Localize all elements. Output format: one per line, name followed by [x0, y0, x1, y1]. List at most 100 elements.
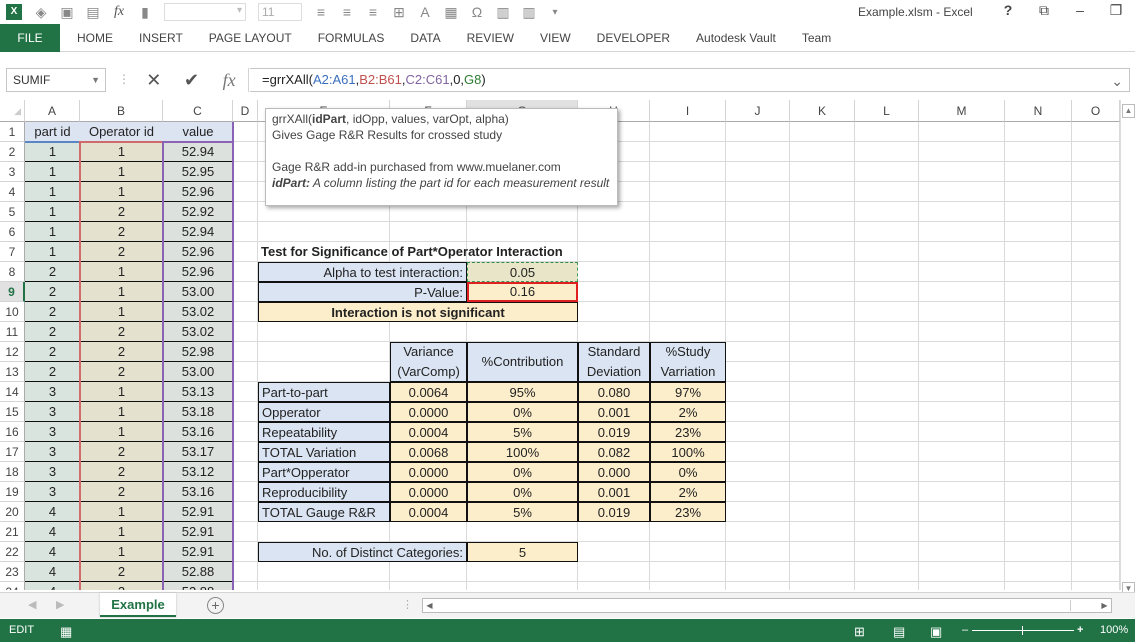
- data-cell[interactable]: 52.88: [163, 562, 233, 582]
- row-header-22[interactable]: 22: [0, 542, 25, 562]
- data-cell[interactable]: 52.98: [163, 342, 233, 362]
- results-value[interactable]: 0%: [467, 402, 578, 422]
- data-cell[interactable]: 1: [80, 282, 163, 302]
- results-value[interactable]: 0.0068: [390, 442, 467, 462]
- results-row-label[interactable]: Part*Opperator: [258, 462, 390, 482]
- font-color-icon[interactable]: A: [412, 4, 438, 20]
- row-header-18[interactable]: 18: [0, 462, 25, 482]
- row-header-16[interactable]: 16: [0, 422, 25, 442]
- scroll-thumb[interactable]: [437, 600, 1071, 611]
- row-header-2[interactable]: 2: [0, 142, 25, 162]
- column-header-a[interactable]: A: [25, 100, 80, 122]
- data-cell[interactable]: 4: [25, 522, 80, 542]
- data-cell[interactable]: 53.12: [163, 462, 233, 482]
- results-header[interactable]: %Study Varriation: [650, 342, 726, 382]
- significance-title[interactable]: Test for Significance of Part*Operator I…: [258, 242, 658, 262]
- results-header[interactable]: Variance (VarComp): [390, 342, 467, 382]
- cancel-icon[interactable]: ✕: [135, 70, 173, 91]
- results-value[interactable]: 23%: [650, 502, 726, 522]
- align-center-icon[interactable]: ≡: [334, 4, 360, 20]
- sheet-tab-example[interactable]: Example: [100, 593, 176, 617]
- data-cell[interactable]: 52.91: [163, 542, 233, 562]
- name-box[interactable]: SUMIF ▼: [6, 68, 106, 92]
- data-cell[interactable]: 52.94: [163, 222, 233, 242]
- data-cell[interactable]: 53.00: [163, 362, 233, 382]
- results-value[interactable]: 95%: [467, 382, 578, 402]
- data-cell[interactable]: 1: [80, 142, 163, 162]
- data-cell[interactable]: 2: [25, 322, 80, 342]
- vertical-scrollbar[interactable]: ▲ ▼: [1120, 100, 1135, 596]
- conclusion-text[interactable]: Interaction is not significant: [258, 302, 578, 322]
- ndc-value[interactable]: 5: [467, 542, 578, 562]
- column-header-l[interactable]: L: [855, 100, 919, 122]
- merge-icon[interactable]: ⊞: [386, 4, 412, 21]
- column-header-c[interactable]: C: [163, 100, 233, 122]
- data-cell[interactable]: 2: [80, 362, 163, 382]
- data-cell[interactable]: 53.16: [163, 422, 233, 442]
- add-sheet-icon[interactable]: +: [207, 597, 224, 614]
- row-header-17[interactable]: 17: [0, 442, 25, 462]
- data-cell[interactable]: 2: [80, 222, 163, 242]
- data-cell[interactable]: 1: [25, 182, 80, 202]
- data-cell[interactable]: 1: [25, 222, 80, 242]
- paste-values-icon[interactable]: ▤: [80, 4, 106, 21]
- scroll-up-icon[interactable]: ▲: [1122, 104, 1135, 118]
- row-header-8[interactable]: 8: [0, 262, 25, 282]
- page-layout-view-icon[interactable]: ▤: [893, 624, 905, 640]
- data-cell[interactable]: 53.16: [163, 482, 233, 502]
- results-value[interactable]: 0.0000: [390, 402, 467, 422]
- scroll-right-icon[interactable]: ▶: [1098, 599, 1111, 612]
- data-cell[interactable]: 1: [80, 522, 163, 542]
- tab-file[interactable]: FILE: [0, 23, 60, 52]
- tab-review[interactable]: REVIEW: [454, 24, 527, 52]
- row-header-19[interactable]: 19: [0, 482, 25, 502]
- data-cell[interactable]: 2: [25, 282, 80, 302]
- data-cell[interactable]: 52.96: [163, 242, 233, 262]
- row-header-14[interactable]: 14: [0, 382, 25, 402]
- zoom-slider[interactable]: [972, 630, 1074, 631]
- align-left-icon[interactable]: ≡: [308, 4, 334, 20]
- data-cell[interactable]: 52.95: [163, 162, 233, 182]
- column-header-d[interactable]: D: [233, 100, 258, 122]
- results-row-label[interactable]: Opperator: [258, 402, 390, 422]
- results-value[interactable]: 0%: [467, 482, 578, 502]
- tab-page-layout[interactable]: PAGE LAYOUT: [196, 24, 305, 52]
- omega-icon[interactable]: Ω: [464, 4, 490, 20]
- row-header-20[interactable]: 20: [0, 502, 25, 522]
- data-cell[interactable]: 2: [25, 262, 80, 282]
- row-header-7[interactable]: 7: [0, 242, 25, 262]
- normal-view-icon[interactable]: ⊞: [854, 624, 865, 640]
- data-cell[interactable]: 2: [80, 322, 163, 342]
- chevron-down-icon[interactable]: ▼: [91, 69, 100, 91]
- data-cell[interactable]: 3: [25, 482, 80, 502]
- data-cell[interactable]: 4: [25, 502, 80, 522]
- column-header-m[interactable]: M: [919, 100, 1005, 122]
- prev-sheet-icon[interactable]: ◀: [28, 598, 36, 611]
- formula-input[interactable]: =grrXAll(A2:A61,B2:B61,C2:C61,0,G8) ⌄: [250, 68, 1130, 92]
- expand-formula-icon[interactable]: ⌄: [1111, 70, 1123, 92]
- data-cell[interactable]: 1: [25, 162, 80, 182]
- tab-developer[interactable]: DEVELOPER: [584, 24, 683, 52]
- pvalue-value[interactable]: 0.16: [467, 282, 578, 302]
- data-cell[interactable]: 1: [25, 242, 80, 262]
- results-row-label[interactable]: TOTAL Gauge R&R: [258, 502, 390, 522]
- data-cell[interactable]: 53.17: [163, 442, 233, 462]
- zoom-slider-thumb[interactable]: [1022, 626, 1023, 635]
- results-value[interactable]: 0.019: [578, 422, 650, 442]
- data-cell[interactable]: 53.00: [163, 282, 233, 302]
- results-value[interactable]: 2%: [650, 402, 726, 422]
- results-value[interactable]: 0.0000: [390, 482, 467, 502]
- results-row-label[interactable]: Repeatability: [258, 422, 390, 442]
- pvalue-label[interactable]: P-Value:: [258, 282, 467, 302]
- row-header-1[interactable]: 1: [0, 122, 25, 142]
- results-header[interactable]: %Contribution: [467, 342, 578, 382]
- results-value[interactable]: 23%: [650, 422, 726, 442]
- alpha-value[interactable]: 0.05: [467, 262, 578, 282]
- results-row-label[interactable]: Reproducibility: [258, 482, 390, 502]
- data-cell[interactable]: 52.96: [163, 182, 233, 202]
- delete-col-icon[interactable]: ▥: [516, 4, 542, 21]
- enter-icon[interactable]: ✔: [173, 70, 211, 91]
- row-header-6[interactable]: 6: [0, 222, 25, 242]
- scroll-left-icon[interactable]: ◀: [423, 599, 436, 612]
- data-cell[interactable]: 1: [25, 142, 80, 162]
